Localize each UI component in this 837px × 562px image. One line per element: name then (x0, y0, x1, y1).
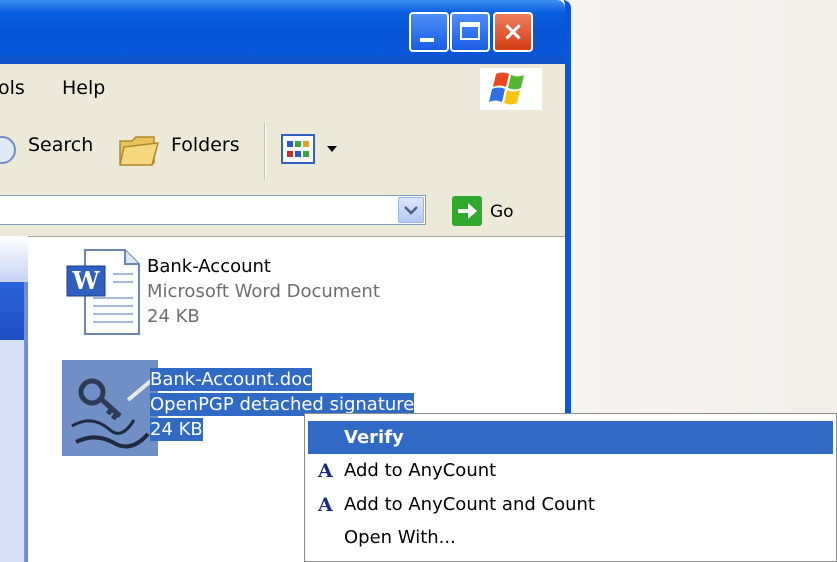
svg-text:W: W (72, 266, 101, 295)
minimize-button[interactable] (409, 12, 449, 52)
task-pane-header (0, 236, 28, 282)
menu-item-open-with[interactable]: Open With... (308, 521, 833, 554)
menu-item-label: Open With... (344, 527, 456, 548)
file-name: Bank-Account.doc (150, 368, 313, 391)
menu-item-label: Add to AnyCount (344, 460, 497, 481)
menu-item-add-to-anycount[interactable]: A Add to AnyCount (308, 454, 833, 487)
folder-icon (119, 136, 160, 166)
toolbar: Search Folders (0, 114, 565, 190)
anycount-icon: A (318, 494, 333, 516)
folders-label: Folders (171, 134, 240, 156)
anycount-icon: A (318, 460, 333, 482)
task-pane-body (0, 340, 25, 562)
menu-item-label: Verify (344, 427, 404, 448)
views-icon (281, 134, 315, 164)
windows-logo-icon (480, 68, 542, 110)
folders-button[interactable]: Folders (118, 114, 248, 189)
address-bar: Go (0, 189, 565, 237)
search-button[interactable]: Search (0, 114, 100, 189)
menu-tools[interactable]: ols (0, 77, 25, 99)
address-input[interactable] (0, 195, 426, 225)
maximize-button[interactable] (450, 12, 490, 52)
arrow-right-icon (458, 203, 477, 219)
menu-item-add-to-anycount-and-count[interactable]: A Add to AnyCount and Count (308, 488, 833, 521)
search-label: Search (28, 134, 94, 156)
title-bar[interactable]: × (0, 0, 565, 64)
address-dropdown-button[interactable] (398, 197, 424, 223)
task-pane-title[interactable] (0, 282, 24, 340)
file-size: 24 KB (147, 306, 200, 327)
menu-help[interactable]: Help (62, 77, 105, 99)
menu-bar: ols Help (0, 64, 565, 115)
menu-item-label: Add to AnyCount and Count (344, 494, 595, 515)
chevron-down-icon (327, 146, 337, 152)
file-size: 24 KB (150, 418, 203, 441)
chevron-down-icon (404, 206, 418, 215)
close-icon: × (502, 17, 524, 47)
context-menu: Verify A Add to AnyCount A Add to AnyCou… (304, 413, 837, 562)
go-button[interactable] (452, 196, 482, 226)
file-item[interactable]: W Bank-Account Microsoft Word Document 2… (63, 246, 483, 346)
search-icon (0, 136, 16, 164)
close-button[interactable]: × (493, 12, 533, 52)
views-button[interactable] (280, 132, 344, 172)
task-pane (0, 236, 28, 562)
file-type: Microsoft Word Document (147, 281, 380, 302)
word-document-icon: W (66, 249, 140, 335)
pgp-signature-icon (62, 360, 158, 456)
file-name: Bank-Account (147, 256, 271, 277)
toolbar-separator (264, 122, 266, 180)
go-label[interactable]: Go (490, 202, 514, 222)
menu-item-verify[interactable]: Verify (308, 421, 833, 454)
